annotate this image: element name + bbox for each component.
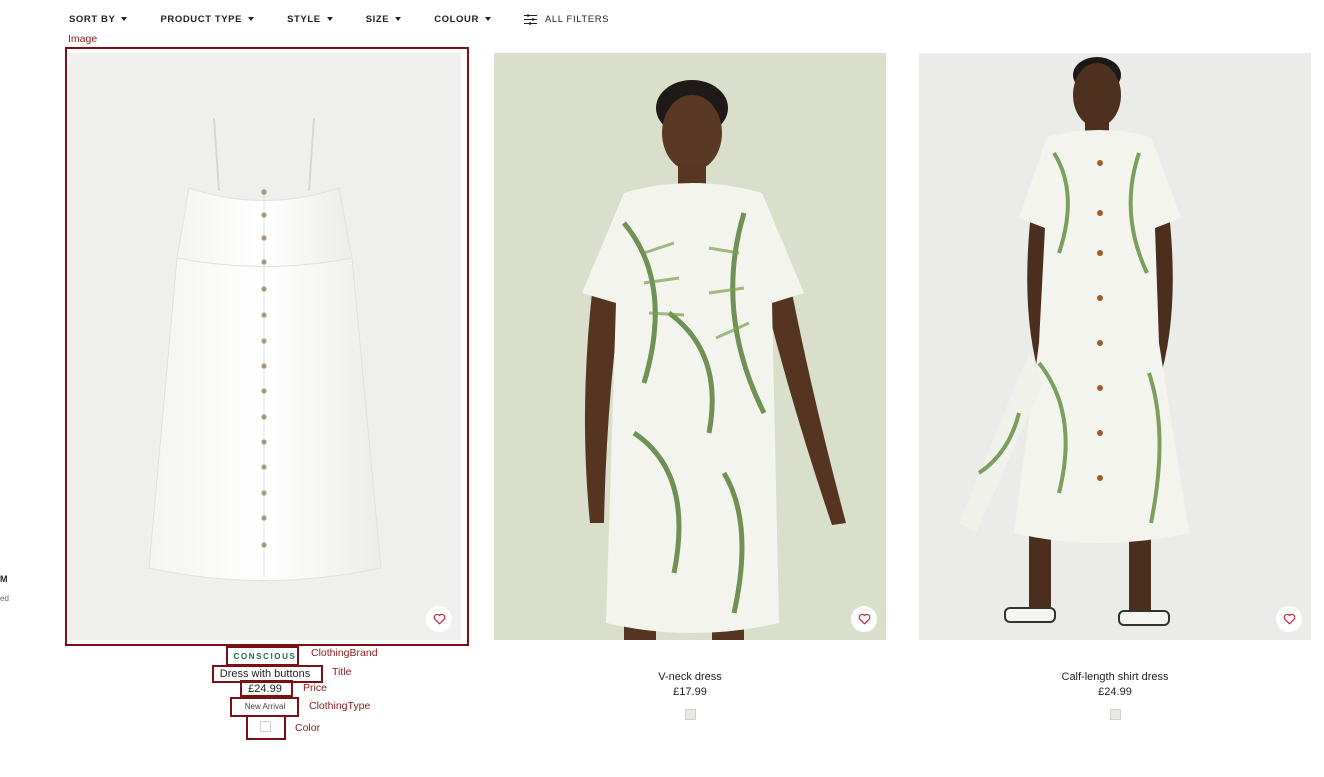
annotation-box-price [240, 680, 293, 697]
annotation-box-brand [226, 646, 299, 666]
color-swatch[interactable] [1109, 709, 1121, 720]
model-palm-print-dress-illustration [582, 80, 846, 640]
annotation-label-brand: ClothingBrand [311, 647, 378, 659]
sidebar-text-fragment: ed [0, 594, 9, 603]
product-image-v-neck-dress[interactable] [494, 53, 886, 640]
product-info: Calf-length shirt dress £24.99 [919, 667, 1311, 720]
all-filters-label: ALL FILTERS [544, 13, 610, 25]
product-info: V-neck dress £17.99 [494, 667, 886, 720]
filter-bar: SORT BY PRODUCT TYPE STYLE SIZE COLOUR A… [69, 12, 609, 26]
product-title[interactable]: V-neck dress [494, 670, 886, 684]
model-shirt-dress-illustration [959, 57, 1189, 626]
size-filter[interactable]: SIZE [366, 14, 402, 25]
sort-by-label: SORT BY [69, 13, 116, 25]
color-swatch[interactable] [684, 709, 696, 720]
product-price: £17.99 [673, 686, 707, 698]
heart-icon [1283, 613, 1295, 625]
caret-down-icon [395, 17, 402, 21]
product-title[interactable]: Calf-length shirt dress [919, 670, 1311, 684]
product-type-filter[interactable]: PRODUCT TYPE [160, 13, 255, 25]
annotation-box-image [65, 47, 469, 646]
favorite-button[interactable] [1276, 606, 1302, 632]
annotation-label-color: Color [295, 722, 321, 734]
caret-down-icon [121, 17, 128, 21]
product-type-label: PRODUCT TYPE [160, 13, 243, 25]
annotation-box-type [230, 697, 299, 717]
sliders-icon [523, 13, 537, 25]
product-price: £24.99 [1098, 686, 1132, 698]
style-label: STYLE [287, 13, 321, 25]
caret-down-icon [326, 17, 333, 21]
sidebar-size-fragment[interactable]: M [0, 574, 8, 584]
caret-down-icon [484, 17, 491, 21]
annotation-label-type: ClothingType [309, 700, 371, 712]
annotation-box-color [246, 715, 286, 740]
annotation-label-title: Title [332, 666, 352, 678]
annotation-label-image: Image [68, 33, 98, 45]
heart-icon [858, 613, 870, 625]
favorite-button[interactable] [851, 606, 877, 632]
style-filter[interactable]: STYLE [287, 14, 333, 25]
colour-filter[interactable]: COLOUR [434, 14, 491, 25]
caret-down-icon [248, 17, 255, 21]
sort-by-filter[interactable]: SORT BY [69, 13, 128, 25]
annotation-label-price: Price [303, 682, 327, 694]
colour-label: COLOUR [434, 13, 479, 25]
all-filters-button[interactable]: ALL FILTERS [523, 13, 610, 25]
product-image-calf-length-shirt-dress[interactable] [919, 53, 1311, 640]
size-label: SIZE [365, 13, 390, 25]
